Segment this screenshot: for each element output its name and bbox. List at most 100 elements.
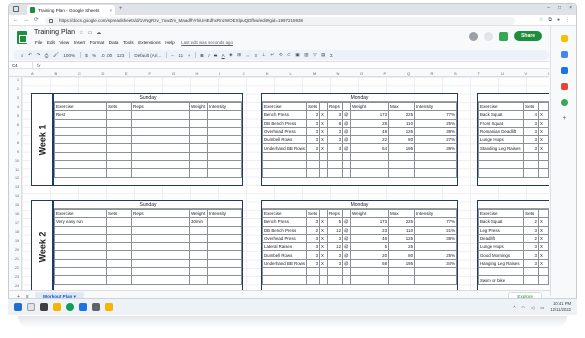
contacts-icon[interactable]	[561, 67, 568, 74]
search-menus-icon[interactable]: ⌕	[21, 53, 24, 58]
cell[interactable]: 3	[306, 118, 321, 128]
cell[interactable]: X	[538, 135, 549, 145]
cell[interactable]	[106, 160, 132, 170]
cell[interactable]: 110	[388, 118, 416, 128]
search-icon[interactable]	[27, 303, 35, 311]
cell[interactable]	[106, 151, 132, 162]
font-size-plus-button[interactable]: +	[188, 53, 191, 58]
cell[interactable]	[207, 250, 242, 260]
row-header[interactable]: 3	[17, 96, 19, 100]
header-cell[interactable]	[319, 208, 329, 219]
maps-icon[interactable]	[561, 83, 568, 90]
column-header[interactable]: N	[337, 71, 340, 76]
cell[interactable]	[207, 275, 242, 285]
cell[interactable]	[131, 258, 190, 269]
task-view-icon[interactable]	[40, 303, 48, 311]
cell[interactable]: 3	[306, 135, 321, 145]
clock[interactable]: 10:41 PM 12/11/2022	[550, 301, 571, 313]
cell[interactable]	[189, 160, 208, 170]
header-cell[interactable]: Sets	[106, 208, 132, 219]
cell[interactable]: @	[342, 118, 352, 128]
cell[interactable]	[306, 151, 321, 162]
cell[interactable]: 195	[388, 143, 416, 153]
cell[interactable]: 12	[327, 242, 344, 252]
cell[interactable]	[207, 118, 242, 128]
comment-icon[interactable]: ▣	[295, 52, 299, 58]
cell[interactable]: 3	[523, 225, 539, 235]
font-size-minus-button[interactable]: −	[171, 53, 174, 58]
cell[interactable]: X	[319, 135, 329, 145]
column-header[interactable]: A	[31, 71, 34, 76]
cell[interactable]	[388, 160, 416, 170]
cell[interactable]: @	[342, 143, 352, 153]
cell[interactable]: 20	[350, 250, 390, 260]
link-icon[interactable]: ⊂	[287, 52, 291, 58]
cell[interactable]	[327, 168, 344, 178]
cell[interactable]	[319, 151, 329, 162]
cell[interactable]: 3	[306, 250, 321, 260]
column-header[interactable]: P	[384, 71, 387, 76]
cell[interactable]	[342, 267, 352, 277]
cell[interactable]: 3	[523, 250, 539, 260]
cell[interactable]	[261, 151, 308, 162]
cell[interactable]: 3	[306, 217, 321, 227]
cell[interactable]	[131, 225, 190, 235]
row-header[interactable]: 7	[17, 132, 19, 136]
column-header[interactable]: L	[290, 71, 292, 76]
cell[interactable]: 225	[388, 217, 416, 227]
cell[interactable]	[189, 275, 208, 285]
row-header[interactable]: 23	[15, 275, 19, 279]
column-header[interactable]: H	[196, 71, 199, 76]
header-cell[interactable]: Weight	[350, 208, 390, 219]
menu-tools[interactable]: Tools	[123, 40, 134, 45]
new-tab-button[interactable]: +	[119, 6, 123, 12]
cell[interactable]	[350, 267, 390, 277]
cell[interactable]	[54, 233, 107, 244]
cell[interactable]: 39%	[414, 126, 457, 137]
menu-extensions[interactable]: Extensions	[138, 40, 160, 45]
column-header[interactable]: V	[525, 71, 528, 76]
cell[interactable]: 48	[350, 126, 390, 137]
header-cell[interactable]	[319, 101, 329, 112]
cell[interactable]	[189, 225, 208, 235]
redo-icon[interactable]: ↷	[36, 52, 40, 58]
cell[interactable]	[106, 258, 132, 269]
row-header[interactable]: 22	[15, 266, 19, 270]
menu-help[interactable]: Help	[165, 40, 174, 45]
column-header[interactable]: W	[548, 71, 549, 76]
reload-button[interactable]: ⟳	[34, 17, 39, 23]
cell[interactable]: 2	[523, 217, 539, 227]
cell[interactable]: 3	[327, 135, 344, 145]
row-header[interactable]: 24	[15, 284, 19, 288]
cell[interactable]: 173	[350, 110, 390, 120]
cell[interactable]: 3	[327, 143, 344, 153]
cell[interactable]	[106, 126, 132, 137]
cell[interactable]	[478, 151, 524, 162]
row-header[interactable]: 13	[15, 185, 19, 189]
cell[interactable]: 3	[306, 143, 321, 153]
cell[interactable]	[189, 135, 208, 145]
cell[interactable]	[261, 267, 308, 277]
cell[interactable]: X	[319, 118, 329, 128]
column-header[interactable]: J	[243, 71, 245, 76]
cell[interactable]: @	[342, 258, 352, 269]
cell[interactable]: 2	[306, 225, 321, 235]
row-header[interactable]: 8	[17, 141, 19, 145]
cell[interactable]: Very easy run	[54, 217, 107, 227]
cell[interactable]: 3	[306, 242, 321, 252]
header-cell[interactable]	[342, 208, 352, 219]
row-header[interactable]: 2	[17, 87, 19, 91]
cell[interactable]	[523, 267, 539, 277]
cell[interactable]: 5	[350, 242, 390, 252]
cell[interactable]: 3	[523, 135, 539, 145]
history-icon[interactable]	[469, 31, 479, 41]
cell[interactable]	[207, 135, 242, 145]
row-header[interactable]: 15	[15, 203, 19, 207]
cell[interactable]: X	[538, 242, 549, 252]
minimize-button[interactable]: –	[547, 5, 550, 11]
wifi-icon[interactable]: ◠	[521, 305, 525, 310]
cell[interactable]: 80	[388, 250, 416, 260]
header-cell[interactable]: Reps	[327, 208, 344, 219]
cell[interactable]	[189, 233, 208, 244]
cell[interactable]	[54, 258, 107, 269]
